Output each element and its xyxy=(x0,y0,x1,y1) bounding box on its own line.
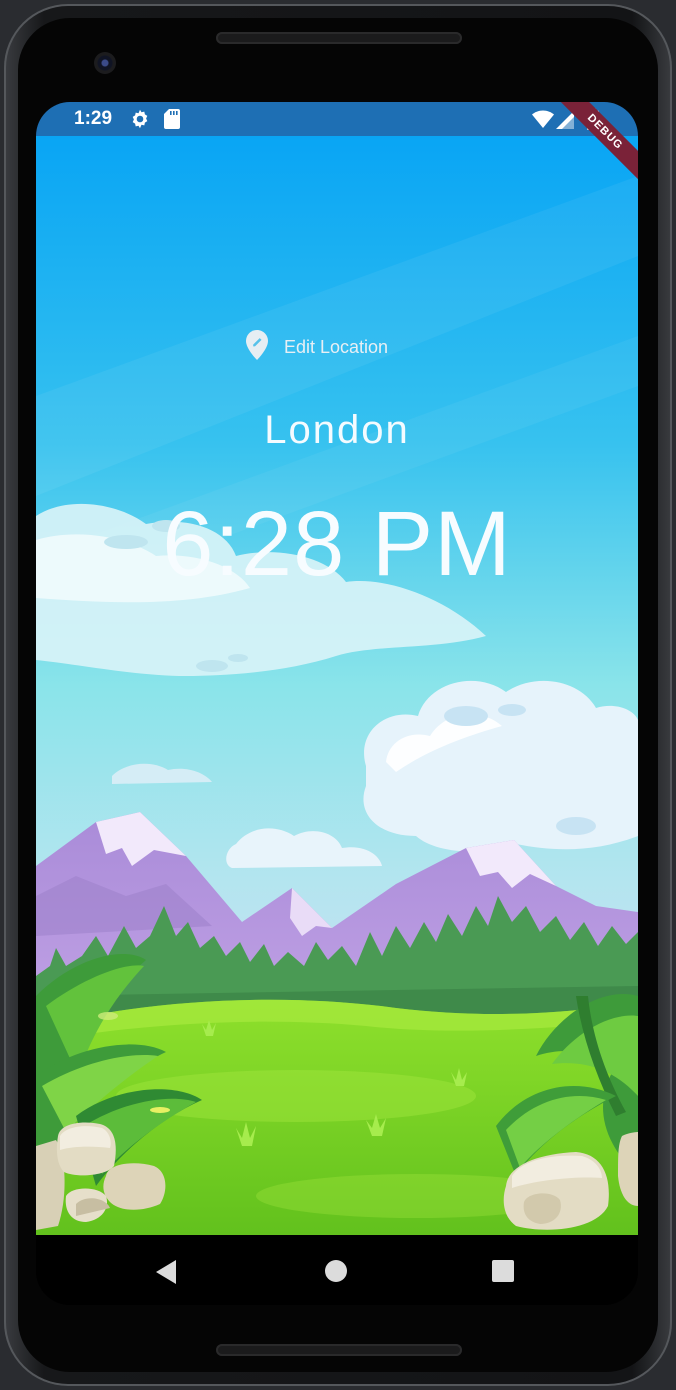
gear-icon xyxy=(130,109,150,133)
city-name: London xyxy=(264,408,410,452)
signal-icon xyxy=(556,111,574,133)
back-icon[interactable] xyxy=(156,1260,178,1288)
front-camera xyxy=(94,52,116,74)
content-area: Edit Location London 6:28 PM xyxy=(36,102,638,1235)
status-bar: 1:29 xyxy=(36,102,638,136)
wifi-icon xyxy=(532,110,554,132)
home-icon[interactable] xyxy=(324,1259,348,1287)
recents-icon[interactable] xyxy=(492,1260,514,1286)
screen: 1:29 DEBUG Edit Location London 6:28 PM xyxy=(36,102,638,1305)
bottom-speaker xyxy=(216,1344,462,1356)
earpiece-speaker xyxy=(216,32,462,44)
location-pin-icon xyxy=(246,329,268,365)
navigation-bar xyxy=(36,1235,638,1305)
status-time: 1:29 xyxy=(74,108,113,129)
sd-card-icon xyxy=(164,109,180,133)
time-display: 6:28 PM xyxy=(162,493,512,595)
edit-location-button[interactable]: Edit Location xyxy=(246,329,389,365)
edit-location-label: Edit Location xyxy=(284,336,389,357)
